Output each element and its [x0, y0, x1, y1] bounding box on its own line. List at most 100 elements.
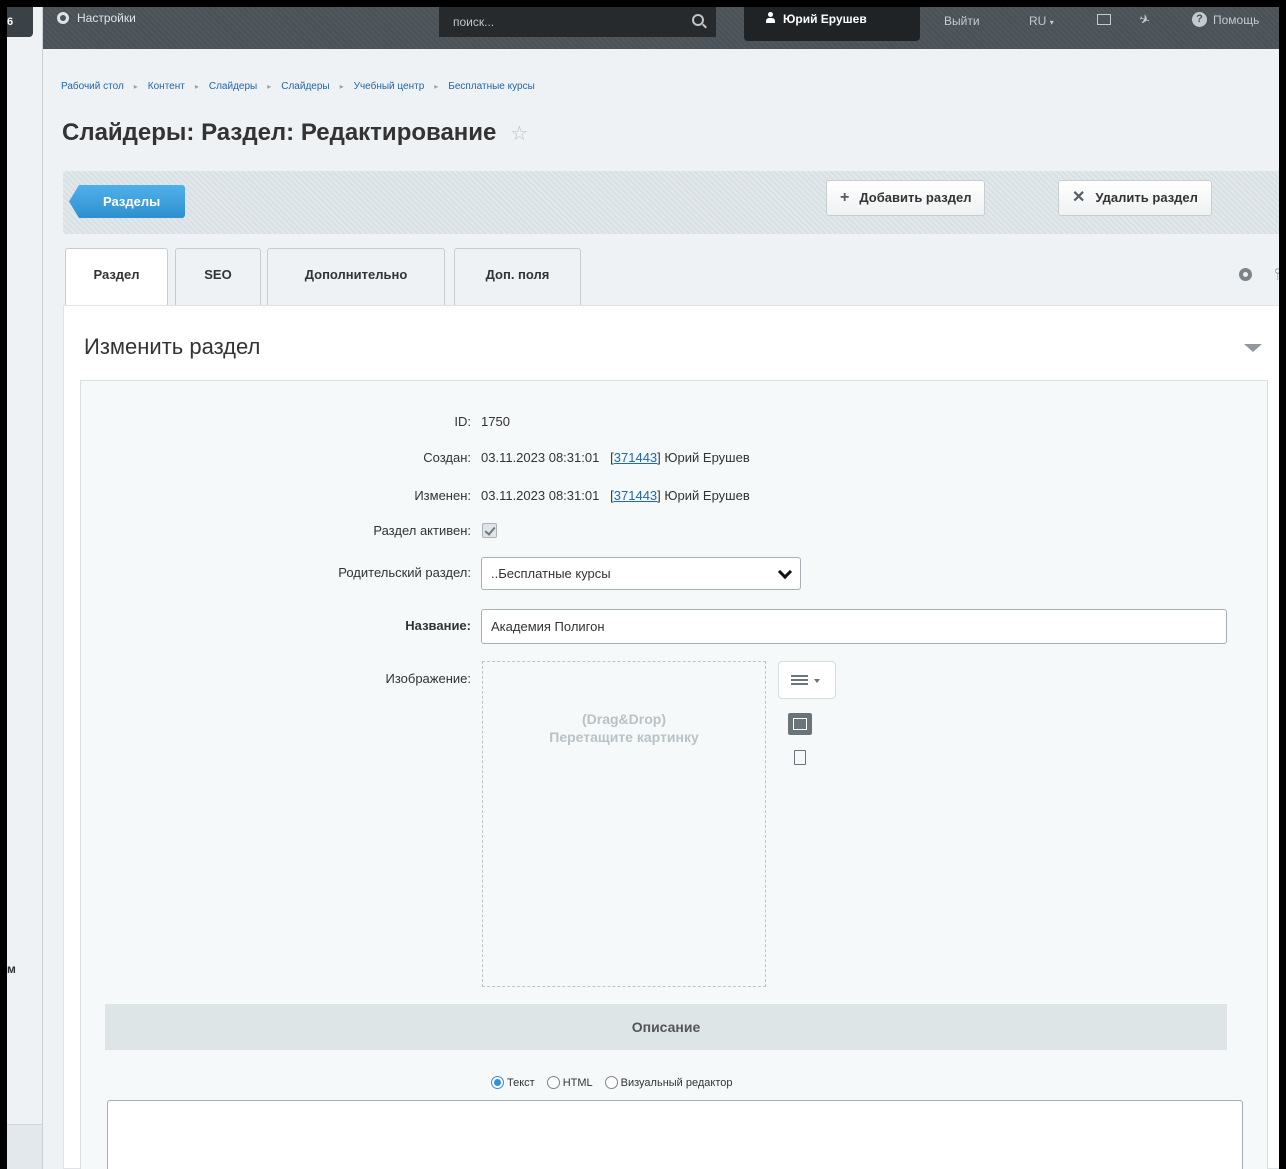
toolbar: Разделы + Добавить раздел ✕ Удалить разд… [63, 171, 1279, 234]
dropzone-line1: (Drag&Drop) [582, 711, 666, 727]
dropzone-line2: Перетащите картинку [549, 729, 699, 745]
breadcrumb: Рабочий стол ▸ Контент ▸ Слайдеры ▸ Слай… [61, 81, 535, 93]
tab-tools: ⫯ [1239, 266, 1279, 284]
image-icon[interactable] [788, 713, 812, 735]
menu-icon [791, 675, 808, 685]
editor-mode-radios: Текст HTML Визуальный редактор [491, 1076, 741, 1089]
help-label: Помощь [1213, 12, 1260, 27]
breadcrumb-separator-icon: ▸ [267, 82, 272, 91]
modified-user-link[interactable]: 371443 [614, 488, 657, 503]
breadcrumb-item[interactable]: Контент [148, 81, 185, 93]
card-title: Изменить раздел [84, 334, 261, 359]
active-checkbox[interactable] [482, 523, 497, 538]
collapse-icon[interactable] [1244, 344, 1262, 352]
add-section-label: Добавить раздел [859, 190, 972, 205]
language-label: RU [1029, 14, 1047, 28]
page-title: Слайдеры: Раздел: Редактирование ☆ [62, 119, 528, 147]
pin-icon[interactable]: ⫯ [1274, 266, 1279, 284]
gear-icon [57, 12, 69, 24]
settings-link[interactable]: Настройки [57, 11, 136, 25]
breadcrumb-item[interactable]: Слайдеры [281, 81, 329, 93]
modified-value: 03.11.2023 08:31:01 [371443] Юрий Ерушев [481, 488, 750, 503]
main-area: Рабочий стол ▸ Контент ▸ Слайдеры ▸ Слай… [43, 49, 1279, 1169]
id-label: ID: [454, 414, 471, 429]
gear-icon[interactable] [1239, 268, 1253, 281]
logout-link[interactable]: Выйти [944, 14, 980, 28]
user-menu[interactable]: Юрий Ерушев [744, 7, 920, 41]
search-input[interactable] [439, 7, 679, 37]
user-name: Юрий Ерушев [783, 12, 867, 26]
help-icon: ? [1192, 12, 1207, 27]
radio-text[interactable]: Текст [491, 1076, 535, 1089]
plus-icon: + [840, 189, 850, 206]
description-textarea[interactable] [107, 1100, 1243, 1169]
radio-visual-label: Визуальный редактор [620, 1076, 733, 1089]
name-label: Название: [405, 618, 471, 633]
mail-icon[interactable] [1097, 14, 1111, 25]
user-icon [766, 12, 775, 24]
delete-section-label: Удалить раздел [1095, 190, 1198, 205]
close-icon: ✕ [1072, 189, 1086, 206]
edit-form: ID: 1750 Создан: 03.11.2023 08:31:01 [37… [80, 380, 1268, 1169]
file-icon[interactable] [794, 750, 806, 765]
sections-button[interactable]: Разделы [69, 185, 186, 218]
breadcrumb-item[interactable]: Учебный центр [354, 81, 425, 93]
chevron-down-icon: ▾ [1049, 18, 1054, 27]
tab-additional[interactable]: Дополнительно [267, 248, 445, 306]
left-panel-bottom [7, 1124, 42, 1169]
radio-visual-button[interactable] [604, 1076, 618, 1089]
chevron-down-icon [777, 564, 793, 580]
modified-date: 03.11.2023 08:31:01 [481, 488, 600, 503]
language-selector[interactable]: RU ▾ [1029, 14, 1054, 28]
image-menu-button[interactable] [778, 661, 836, 699]
content: Рабочий стол ▸ Контент ▸ Слайдеры ▸ Слай… [57, 49, 1279, 1169]
tab-section[interactable]: Раздел [65, 248, 168, 308]
left-panel-badge[interactable]: 6 [7, 7, 33, 37]
search-icon[interactable] [692, 14, 704, 26]
created-user-name: Юрий Ерушев [664, 450, 750, 465]
breadcrumb-separator-icon: ▸ [194, 82, 199, 91]
breadcrumb-item[interactable]: Бесплатные курсы [448, 81, 534, 93]
id-value: 1750 [481, 414, 510, 429]
help-link[interactable]: ? Помощь [1192, 12, 1259, 27]
add-section-button[interactable]: + Добавить раздел [826, 180, 986, 216]
name-input[interactable] [481, 609, 1227, 644]
radio-text-button[interactable] [491, 1076, 504, 1089]
breadcrumb-separator-icon: ▸ [434, 82, 439, 91]
radio-html[interactable]: HTML [546, 1076, 593, 1089]
radio-html-label: HTML [562, 1076, 593, 1089]
pin-icon[interactable]: ✈ [1137, 11, 1152, 30]
parent-label: Родительский раздел: [338, 565, 471, 580]
tab-bar: Раздел SEO Дополнительно Доп. поля ⫯ [63, 248, 1279, 308]
created-value: 03.11.2023 08:31:01 [371443] Юрий Ерушев [481, 450, 750, 465]
parent-select[interactable]: ..Бесплатные курсы [481, 557, 801, 590]
radio-visual[interactable]: Визуальный редактор [604, 1076, 733, 1089]
image-dropzone[interactable]: (Drag&Drop) Перетащите картинку [482, 661, 766, 987]
top-bar: Настройки Юрий Ерушев Выйти RU ▾ ✈ ? Пом… [43, 7, 1279, 49]
radio-text-label: Текст [507, 1076, 535, 1089]
radio-html-button[interactable] [546, 1076, 560, 1089]
created-label: Создан: [423, 450, 471, 465]
app-window: 6 м Настройки Юрий Ерушев Выйти RU ▾ ✈ ?… [0, 0, 1286, 1169]
breadcrumb-separator-icon: ▸ [339, 82, 344, 91]
description-header: Описание [105, 1004, 1227, 1050]
chevron-down-icon [814, 679, 820, 683]
created-user-link[interactable]: 371443 [614, 450, 657, 465]
left-panel: 6 м [7, 7, 43, 1169]
left-panel-letter: м [7, 962, 16, 976]
tab-seo[interactable]: SEO [175, 248, 261, 306]
created-date: 03.11.2023 08:31:01 [481, 450, 600, 465]
star-icon[interactable]: ☆ [510, 121, 528, 146]
settings-label: Настройки [77, 11, 136, 25]
edit-card: Изменить раздел ID: 1750 Создан: 03.11.2… [63, 305, 1279, 1169]
breadcrumb-item[interactable]: Рабочий стол [61, 81, 124, 93]
search-box [439, 7, 716, 37]
image-label: Изображение: [385, 671, 471, 686]
delete-section-button[interactable]: ✕ Удалить раздел [1058, 180, 1212, 216]
breadcrumb-item[interactable]: Слайдеры [209, 81, 257, 93]
active-label: Раздел активен: [373, 523, 471, 538]
breadcrumb-separator-icon: ▸ [133, 82, 138, 91]
parent-select-value: ..Бесплатные курсы [491, 566, 611, 581]
tab-extra-fields[interactable]: Доп. поля [454, 248, 581, 306]
page-title-text: Слайдеры: Раздел: Редактирование [62, 119, 497, 146]
